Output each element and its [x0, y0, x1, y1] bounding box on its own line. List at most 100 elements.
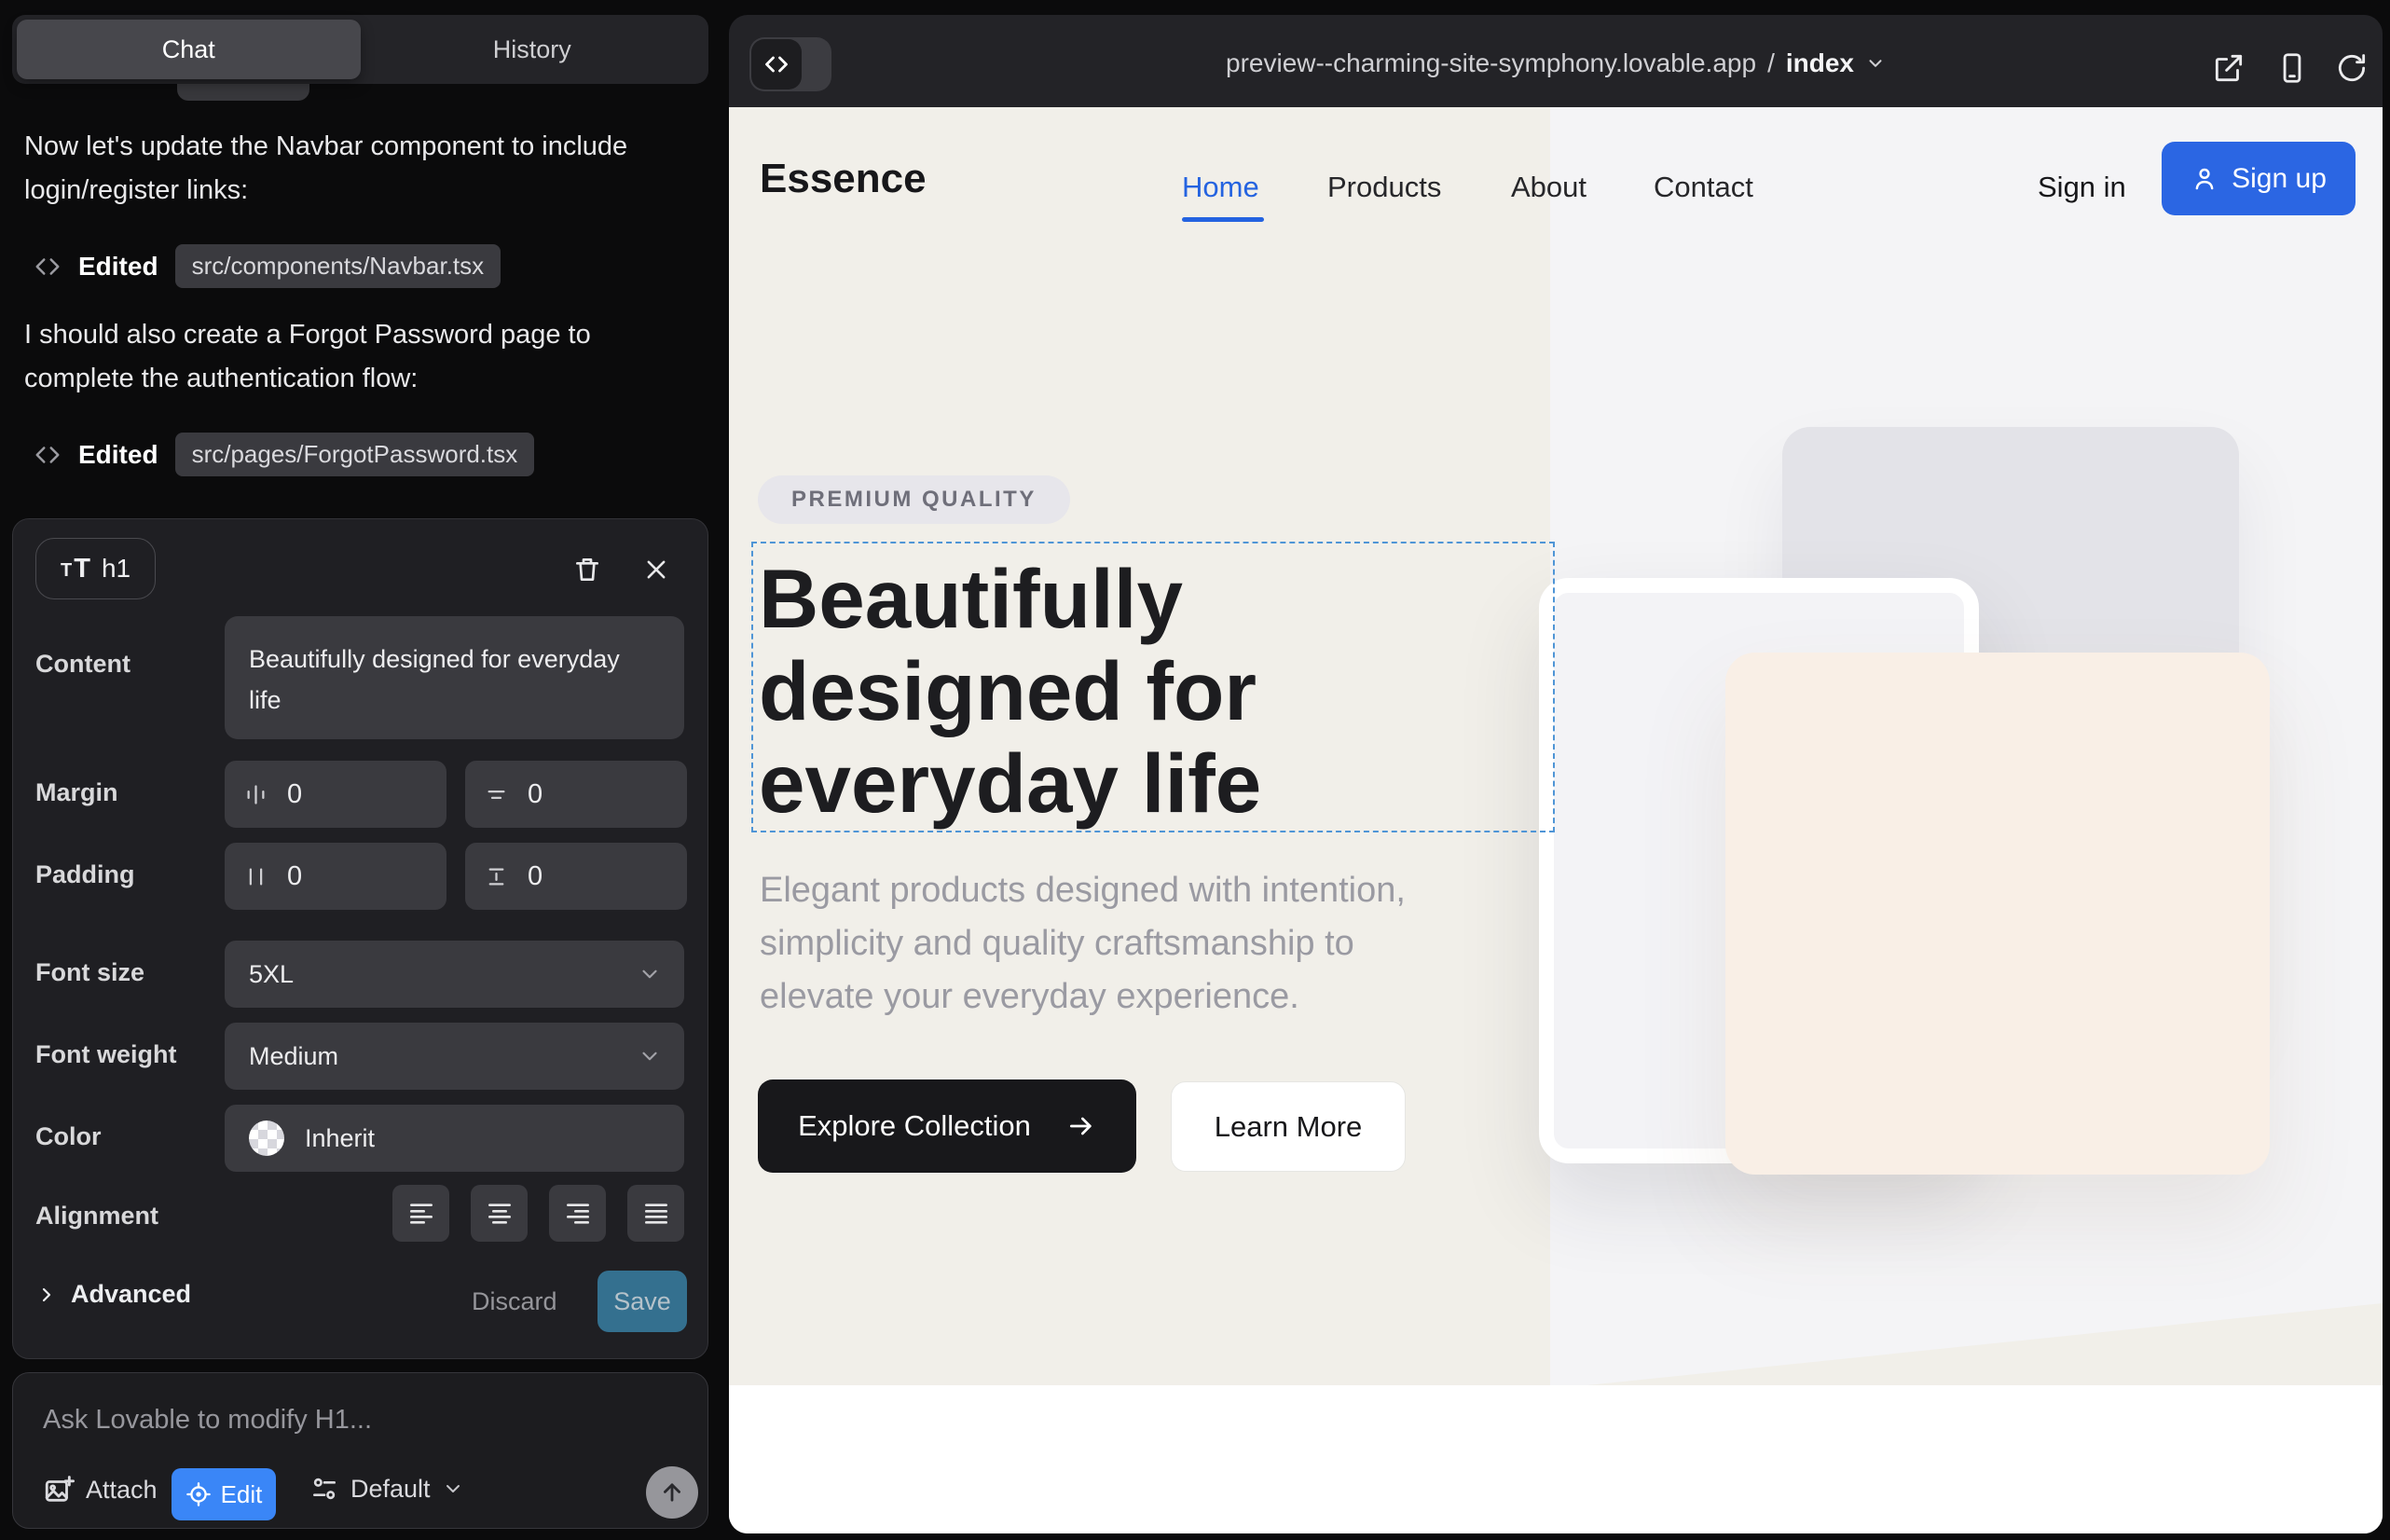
margin-x-value: 0 — [287, 779, 302, 810]
padding-y-value: 0 — [528, 861, 543, 892]
margin-x-input[interactable]: 0 — [225, 761, 446, 828]
margin-y-value: 0 — [528, 779, 543, 810]
site-viewport: Essence Home Products About Contact Sign… — [729, 107, 2383, 1533]
color-label: Color — [35, 1122, 102, 1151]
font-size-select[interactable]: 5XL — [225, 941, 684, 1008]
font-weight-label: Font weight — [35, 1040, 176, 1069]
url-separator: / — [1767, 48, 1775, 78]
nav-link-home[interactable]: Home — [1182, 171, 1259, 204]
font-size-label: Font size — [35, 958, 144, 987]
sign-in-link[interactable]: Sign in — [2038, 171, 2126, 204]
font-weight-select[interactable]: Medium — [225, 1023, 684, 1090]
chevron-down-icon — [638, 962, 662, 986]
mobile-view-button[interactable] — [2274, 50, 2310, 86]
content-textarea[interactable]: Beautifully designed for everyday life — [225, 616, 684, 739]
discard-button[interactable]: Discard — [472, 1287, 557, 1316]
code-icon — [34, 253, 62, 281]
code-icon — [34, 441, 62, 469]
learn-more-button[interactable]: Learn More — [1171, 1081, 1406, 1172]
align-justify-icon — [641, 1199, 671, 1229]
font-weight-value: Medium — [249, 1042, 338, 1071]
section-below-hero — [729, 1385, 2383, 1533]
close-panel-button[interactable] — [643, 557, 669, 583]
sign-up-button[interactable]: Sign up — [2162, 142, 2356, 215]
url-bar[interactable]: preview--charming-site-symphony.lovable.… — [729, 48, 2383, 78]
save-button[interactable]: Save — [598, 1271, 687, 1332]
nav-link-products[interactable]: Products — [1327, 171, 1441, 204]
chat-history-tabbar: Chat History — [12, 15, 708, 84]
color-select[interactable]: Inherit — [225, 1105, 684, 1172]
attach-image-icon — [43, 1474, 75, 1506]
advanced-label: Advanced — [71, 1280, 191, 1309]
premium-quality-badge: PREMIUM QUALITY — [758, 475, 1070, 524]
font-size-value: 5XL — [249, 960, 294, 989]
tab-chat[interactable]: Chat — [17, 20, 361, 79]
send-button[interactable] — [646, 1466, 698, 1519]
element-editor-panel: TT h1 Content Beautifully designed for e… — [12, 518, 708, 1359]
mode-label: Default — [350, 1475, 431, 1504]
typography-icon: TT — [61, 555, 90, 583]
chat-message: I should also create a Forgot Password p… — [24, 313, 667, 401]
sliders-icon — [309, 1474, 339, 1504]
attach-label: Attach — [86, 1476, 158, 1505]
mode-select[interactable]: Default — [309, 1474, 464, 1504]
hero-heading-line: Beautifully — [759, 553, 1261, 645]
chat-message: Now let's update the Navbar component to… — [24, 125, 667, 213]
color-value: Inherit — [305, 1124, 375, 1153]
chevron-down-icon — [1865, 53, 1886, 74]
chevron-down-icon — [638, 1044, 662, 1068]
site-logo[interactable]: Essence — [760, 156, 927, 202]
align-right-button[interactable] — [549, 1185, 606, 1242]
edited-label: Edited — [78, 252, 158, 282]
explore-collection-label: Explore Collection — [798, 1109, 1031, 1143]
align-left-icon — [406, 1199, 436, 1229]
color-swatch — [249, 1121, 284, 1156]
margin-y-input[interactable]: 0 — [465, 761, 687, 828]
nav-link-about[interactable]: About — [1511, 171, 1586, 204]
url-path: index — [1786, 48, 1854, 78]
prompt-input[interactable]: Ask Lovable to modify H1... — [43, 1405, 372, 1436]
target-icon — [185, 1481, 212, 1507]
align-center-button[interactable] — [471, 1185, 528, 1242]
hero-heading[interactable]: Beautifully designed for everyday life — [759, 553, 1261, 830]
advanced-toggle[interactable]: Advanced — [35, 1280, 191, 1309]
attach-button[interactable]: Attach — [43, 1474, 158, 1506]
edited-file-row: Edited src/components/Navbar.tsx — [34, 244, 501, 288]
tab-history[interactable]: History — [361, 20, 705, 79]
chevron-right-icon — [35, 1284, 58, 1306]
padding-x-icon — [243, 864, 268, 889]
hero-paragraph-line: Elegant products designed with intention… — [760, 864, 1406, 917]
align-right-icon — [563, 1199, 593, 1229]
hero-paragraph-line: simplicity and quality craftsmanship to — [760, 917, 1406, 970]
align-justify-button[interactable] — [627, 1185, 684, 1242]
element-tag-pill: TT h1 — [35, 538, 156, 599]
delete-element-button[interactable] — [572, 555, 602, 584]
edit-mode-button[interactable]: Edit — [172, 1468, 276, 1520]
refresh-button[interactable] — [2334, 50, 2369, 86]
sign-up-label: Sign up — [2232, 163, 2327, 195]
edited-file-row: Edited src/pages/ForgotPassword.tsx — [34, 433, 534, 476]
element-tag: h1 — [102, 554, 130, 584]
file-chip[interactable]: src/pages/ForgotPassword.tsx — [175, 433, 535, 476]
lovable-builder: Chat History Now let's update the Navbar… — [0, 0, 2390, 1540]
hero-heading-line: designed for — [759, 645, 1261, 737]
edited-label: Edited — [78, 440, 158, 470]
padding-y-input[interactable]: 0 — [465, 843, 687, 910]
nav-link-contact[interactable]: Contact — [1654, 171, 1753, 204]
padding-label: Padding — [35, 860, 135, 889]
prompt-composer: Ask Lovable to modify H1... Attach Edit … — [12, 1372, 708, 1529]
arrow-up-icon — [659, 1479, 685, 1506]
arrow-right-icon — [1066, 1111, 1096, 1141]
hero-paragraph-line: elevate your everyday experience. — [760, 970, 1406, 1024]
align-left-button[interactable] — [392, 1185, 449, 1242]
padding-x-value: 0 — [287, 861, 302, 892]
hero-paragraph: Elegant products designed with intention… — [760, 864, 1406, 1024]
margin-label: Margin — [35, 778, 118, 807]
open-external-button[interactable] — [2211, 50, 2246, 86]
padding-x-input[interactable]: 0 — [225, 843, 446, 910]
file-chip[interactable]: src/components/Navbar.tsx — [175, 244, 501, 288]
margin-y-icon — [484, 782, 509, 807]
content-label: Content — [35, 650, 130, 679]
explore-collection-button[interactable]: Explore Collection — [758, 1079, 1136, 1173]
padding-y-icon — [484, 864, 509, 889]
